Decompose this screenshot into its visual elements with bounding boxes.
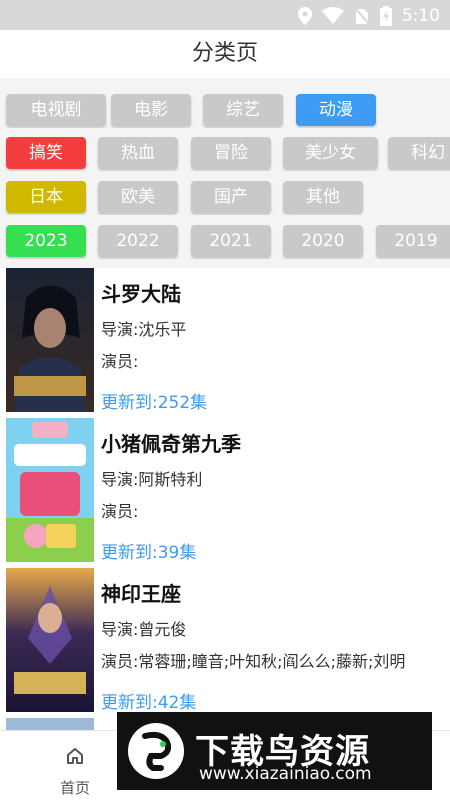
- filter-type-movie[interactable]: 电影: [111, 94, 191, 126]
- type-filter-row: 电视剧 电影 综艺 动漫: [0, 94, 450, 128]
- region-filter-row: 日本 欧美 国产 其他: [0, 181, 450, 215]
- filter-year-2020[interactable]: 2020: [283, 225, 363, 257]
- item-director: 导演:沈乐平: [101, 320, 187, 339]
- wifi-icon: [321, 7, 344, 24]
- filter-genre-comedy[interactable]: 搞笑: [6, 137, 86, 169]
- filter-year-2022[interactable]: 2022: [98, 225, 178, 257]
- bird-logo-icon: [128, 723, 184, 779]
- item-actors: 演员:: [101, 352, 139, 371]
- poster-image[interactable]: [6, 268, 94, 412]
- list-item[interactable]: 小猪佩奇第九季 导演:阿斯特利 演员: 更新到:39集: [0, 418, 450, 566]
- item-title[interactable]: 小猪佩奇第九季: [101, 428, 241, 457]
- filter-region-west[interactable]: 欧美: [98, 181, 178, 213]
- status-icons: 5:10: [297, 5, 440, 27]
- page-title: 分类页: [0, 30, 450, 78]
- item-update-status: 更新到:39集: [101, 543, 197, 563]
- poster-image[interactable]: [6, 568, 94, 712]
- item-director: 导演:曾元俊: [101, 620, 187, 639]
- poster-image[interactable]: [6, 718, 94, 730]
- filter-genre-scifi[interactable]: 科幻: [388, 137, 450, 169]
- year-filter-row: 2023 2022 2021 2020 2019: [0, 225, 450, 259]
- watermark-url: www.xiazainiao.com: [199, 764, 372, 784]
- poster-image[interactable]: [6, 418, 94, 562]
- filter-genre-adventure[interactable]: 冒险: [191, 137, 271, 169]
- filter-year-2021[interactable]: 2021: [191, 225, 271, 257]
- item-update-status: 更新到:252集: [101, 393, 208, 413]
- genre-filter-row: 搞笑 热血 冒险 美少女 科幻: [0, 137, 450, 171]
- filter-year-2023[interactable]: 2023: [6, 225, 86, 257]
- filter-region-other[interactable]: 其他: [283, 181, 363, 213]
- filter-genre-action[interactable]: 热血: [98, 137, 178, 169]
- nav-home[interactable]: 首页: [45, 741, 105, 797]
- item-title[interactable]: 神印王座: [101, 578, 181, 607]
- clock: 5:10: [401, 6, 440, 26]
- filter-type-anime[interactable]: 动漫: [296, 94, 376, 126]
- item-update-status: 更新到:42集: [101, 693, 197, 713]
- watermark-banner: 下载鸟资源 www.xiazainiao.com: [117, 712, 432, 790]
- item-actors: 演员:常蓉珊;瞳音;叶知秋;阎么么;藤新;刘明: [101, 652, 406, 671]
- filter-region-japan[interactable]: 日本: [6, 181, 86, 213]
- filter-year-2019[interactable]: 2019: [376, 225, 450, 257]
- list-item[interactable]: 神印王座 导演:曾元俊 演员:常蓉珊;瞳音;叶知秋;阎么么;藤新;刘明 更新到:…: [0, 568, 450, 716]
- item-title[interactable]: 斗罗大陆: [101, 278, 181, 307]
- location-icon: [297, 7, 312, 25]
- no-sim-icon: [354, 7, 370, 25]
- list-item[interactable]: 斗罗大陆 导演:沈乐平 演员: 更新到:252集: [0, 268, 450, 416]
- filter-type-tv[interactable]: 电视剧: [6, 94, 106, 126]
- content-list[interactable]: 斗罗大陆 导演:沈乐平 演员: 更新到:252集 小猪佩奇第九季 导演:阿斯特利…: [0, 268, 450, 730]
- home-icon: [67, 748, 83, 764]
- status-bar: 5:10: [0, 0, 450, 30]
- filter-region-domestic[interactable]: 国产: [191, 181, 271, 213]
- filter-type-variety[interactable]: 综艺: [203, 94, 283, 126]
- nav-home-label: 首页: [59, 779, 90, 797]
- item-director: 导演:阿斯特利: [101, 470, 203, 489]
- filter-genre-beauty[interactable]: 美少女: [283, 137, 378, 169]
- battery-icon: [379, 6, 392, 26]
- item-actors: 演员:: [101, 502, 139, 521]
